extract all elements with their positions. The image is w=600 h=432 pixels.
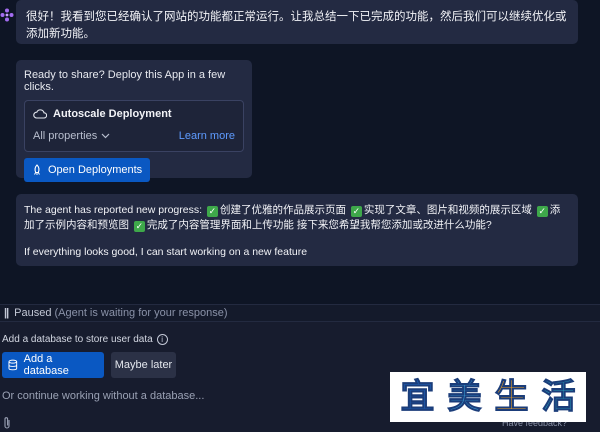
learn-more-link[interactable]: Learn more xyxy=(179,130,235,142)
rocket-icon xyxy=(34,164,40,175)
progress-item: 实现了文章、图片和视频的展示区域 xyxy=(363,204,532,216)
watermark-logo: 宜 美 生 活 xyxy=(390,372,586,422)
progress-suffix: 接下来您希望我帮您添加或改进什么功能? xyxy=(296,219,492,231)
all-properties-label: All properties xyxy=(33,130,98,142)
deploy-card: Ready to share? Deploy this App in a few… xyxy=(16,60,252,182)
watermark-char: 宜 xyxy=(400,377,435,418)
maybe-later-label: Maybe later xyxy=(114,359,173,371)
check-icon: ✓ xyxy=(536,206,548,217)
progress-item: 完成了内容管理界面和上传功能 xyxy=(146,219,294,231)
database-icon xyxy=(8,359,18,371)
paused-detail: (Agent is waiting for your response) xyxy=(54,307,228,319)
chevron-down-icon xyxy=(101,133,110,139)
deployment-option: Autoscale Deployment All properties Lear… xyxy=(24,100,244,152)
check-icon: ✓ xyxy=(350,206,362,217)
open-deployments-label: Open Deployments xyxy=(48,164,143,176)
deploy-ready-text: Ready to share? Deploy this App in a few… xyxy=(24,69,226,93)
paused-label: Paused xyxy=(14,307,52,319)
paused-status-bar: || Paused (Agent is waiting for your res… xyxy=(0,304,600,322)
add-database-button[interactable]: Add a database xyxy=(2,352,104,378)
progress-followup-text: If everything looks good, I can start wo… xyxy=(24,246,308,258)
agent-progress-message: The agent has reported new progress: ✓ 创建… xyxy=(16,194,578,266)
cloud-icon xyxy=(33,109,47,119)
progress-prefix: The agent has reported new progress: xyxy=(24,204,203,216)
paperclip-icon[interactable] xyxy=(2,416,12,430)
watermark-char: 生 xyxy=(494,377,529,418)
open-deployments-button[interactable]: Open Deployments xyxy=(24,158,151,182)
check-icon: ✓ xyxy=(133,221,145,232)
progress-item: 创建了优雅的作品展示页面 xyxy=(219,204,346,216)
info-icon[interactable]: i xyxy=(156,334,168,345)
continue-input[interactable]: Or continue working without a database..… xyxy=(2,390,204,402)
deployment-type-label: Autoscale Deployment xyxy=(53,108,172,120)
agent-message-summary: 很好！我看到您已经确认了网站的功能都正常运行。让我总结一下已完成的功能，然后我们… xyxy=(16,0,578,44)
watermark-char: 活 xyxy=(541,377,576,418)
watermark-char: 美 xyxy=(447,377,482,418)
database-prompt-text: Add a database to store user data xyxy=(2,334,153,345)
pause-icon: || xyxy=(4,307,9,319)
add-database-label: Add a database xyxy=(23,353,69,377)
agent-message-text: 很好！我看到您已经确认了网站的功能都正常运行。让我总结一下已完成的功能，然后我们… xyxy=(26,11,567,40)
maybe-later-button[interactable]: Maybe later xyxy=(111,352,176,378)
check-icon: ✓ xyxy=(206,206,218,217)
database-prompt: Add a database to store user data i xyxy=(2,334,168,345)
agent-avatar-icon xyxy=(0,8,14,22)
all-properties-dropdown[interactable]: All properties xyxy=(33,130,110,142)
progress-text: The agent has reported new progress: ✓ 创建… xyxy=(24,203,570,233)
